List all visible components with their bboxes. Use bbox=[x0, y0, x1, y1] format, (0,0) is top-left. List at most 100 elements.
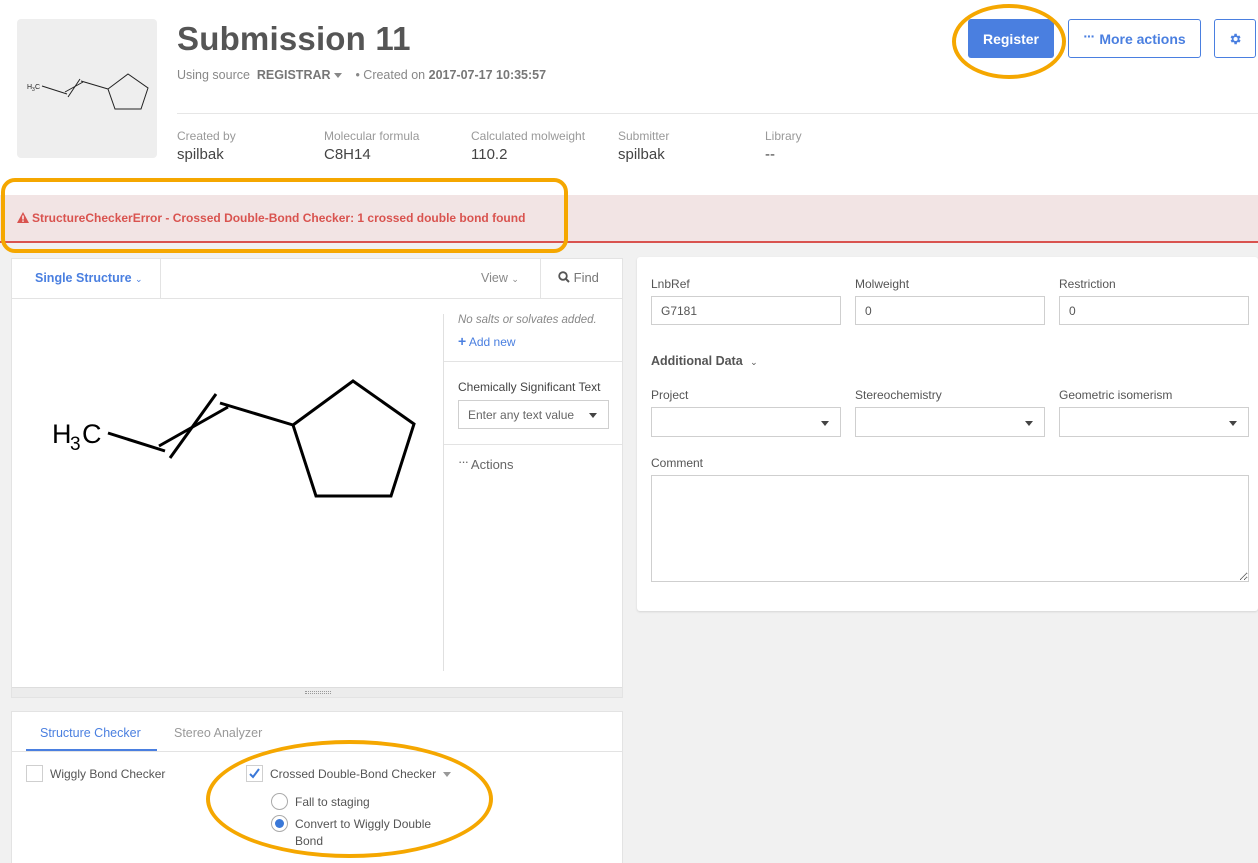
convert-wiggly-label: Convert to Wiggly Double bbox=[295, 817, 432, 831]
geometric-isomerism-label: Geometric isomerism bbox=[1059, 388, 1173, 402]
meta-value: spilbak bbox=[618, 146, 665, 163]
toolbar-divider bbox=[160, 259, 161, 299]
convert-wiggly-label-line2: Bond bbox=[295, 834, 324, 848]
cyclopentane-ring bbox=[291, 379, 416, 498]
bond-crossed-b bbox=[168, 393, 218, 459]
created-date: 2017-07-17 10:35:57 bbox=[428, 68, 547, 82]
page-title: Submission 11 bbox=[177, 20, 411, 57]
cst-select[interactable]: Enter any text value bbox=[458, 400, 609, 429]
grip-icon bbox=[305, 691, 331, 694]
atom-label-c: C bbox=[82, 419, 102, 449]
checker-panel: Structure Checker Stereo Analyzer Wiggly… bbox=[11, 711, 623, 863]
actions-menu-button[interactable]: ··· Actions bbox=[458, 454, 514, 472]
ellipsis-icon: ··· bbox=[458, 454, 469, 469]
settings-button[interactable] bbox=[1214, 19, 1256, 58]
error-banner: StructureCheckerError - Crossed Double-B… bbox=[0, 195, 1258, 243]
caret-down-icon[interactable] bbox=[443, 772, 452, 778]
find-label: Find bbox=[573, 270, 599, 285]
restriction-input[interactable]: 0 bbox=[1059, 296, 1249, 325]
comment-label: Comment bbox=[651, 456, 704, 470]
cst-label: Chemically Significant Text bbox=[458, 380, 601, 394]
source-line: Using source REGISTRAR • Created on 2017… bbox=[177, 68, 546, 82]
meta-value: C8H14 bbox=[324, 146, 371, 163]
checker-tabs: Structure Checker Stereo Analyzer bbox=[12, 712, 622, 752]
meta-submitter: Submitter spilbak bbox=[618, 129, 669, 163]
fall-to-staging-label: Fall to staging bbox=[295, 795, 370, 809]
ellipsis-icon: ··· bbox=[1083, 27, 1095, 44]
caret-down-icon bbox=[589, 413, 597, 418]
structure-mode-label: Single Structure bbox=[35, 271, 132, 285]
lnbref-value: G7181 bbox=[661, 304, 698, 318]
add-salt-button[interactable]: + Add new bbox=[458, 333, 516, 349]
meta-label: Calculated molweight bbox=[471, 129, 586, 143]
more-actions-button[interactable]: ··· More actions bbox=[1068, 19, 1201, 58]
fall-to-staging-radio[interactable] bbox=[271, 793, 288, 810]
created-prefix: • Created on bbox=[355, 68, 426, 82]
restriction-label: Restriction bbox=[1059, 277, 1116, 291]
source-dropdown[interactable]: REGISTRAR bbox=[257, 68, 342, 82]
wiggly-bond-checkbox[interactable] bbox=[26, 765, 43, 782]
lnbref-label: LnbRef bbox=[651, 277, 690, 291]
submission-header: H 3 C Submission 11 Using source REGISTR… bbox=[0, 0, 1258, 195]
bond-single bbox=[219, 401, 294, 427]
checker-label-text: Crossed Double-Bond Checker bbox=[270, 767, 437, 781]
project-select[interactable] bbox=[651, 407, 841, 437]
error-message: StructureCheckerError - Crossed Double-B… bbox=[17, 211, 525, 225]
convert-wiggly-radio[interactable] bbox=[271, 815, 288, 832]
structure-mode-dropdown[interactable]: Single Structure ⌄ bbox=[35, 271, 143, 285]
chevron-down-icon: ⌄ bbox=[135, 274, 143, 284]
caret-down-icon bbox=[333, 73, 342, 79]
checkmark-icon bbox=[249, 768, 260, 779]
additional-data-toggle[interactable]: Additional Data ⌄ bbox=[651, 354, 758, 368]
structure-panel: Single Structure ⌄ View ⌄ Find H 3 C No … bbox=[11, 258, 623, 698]
structure-thumbnail[interactable]: H 3 C bbox=[17, 19, 157, 158]
meta-label: Molecular formula bbox=[324, 129, 420, 143]
caret-down-icon bbox=[1229, 421, 1237, 426]
geometric-isomerism-select[interactable] bbox=[1059, 407, 1249, 437]
divider bbox=[444, 444, 622, 445]
meta-molecular-formula: Molecular formula C8H14 bbox=[324, 129, 419, 163]
molweight-value: 0 bbox=[865, 304, 872, 318]
atom-label-h: H bbox=[52, 419, 72, 449]
find-button[interactable]: Find bbox=[558, 270, 599, 285]
crossed-double-bond-checkbox[interactable] bbox=[246, 765, 263, 782]
divider bbox=[444, 361, 622, 362]
atom-label-subscript: 3 bbox=[70, 434, 81, 455]
lnbref-input[interactable]: G7181 bbox=[651, 296, 841, 325]
stereochemistry-select[interactable] bbox=[855, 407, 1045, 437]
bond-single bbox=[107, 431, 166, 453]
resize-handle[interactable] bbox=[12, 687, 622, 697]
caret-down-icon bbox=[821, 421, 829, 426]
header-divider bbox=[177, 113, 1258, 114]
search-icon bbox=[558, 271, 570, 283]
meta-label: Submitter bbox=[618, 129, 670, 143]
restriction-value: 0 bbox=[1069, 304, 1076, 318]
meta-library: Library -- bbox=[765, 129, 802, 163]
project-label: Project bbox=[651, 388, 689, 402]
meta-molweight: Calculated molweight 110.2 bbox=[471, 129, 585, 163]
gear-icon bbox=[1230, 33, 1241, 44]
view-label: View bbox=[481, 271, 508, 285]
chevron-down-icon: ⌄ bbox=[511, 274, 519, 284]
structure-canvas[interactable]: H 3 C bbox=[12, 300, 443, 688]
tab-structure-checker[interactable]: Structure Checker bbox=[40, 726, 141, 740]
chevron-down-icon: ⌄ bbox=[750, 357, 758, 367]
tab-stereo-analyzer[interactable]: Stereo Analyzer bbox=[174, 726, 262, 740]
meta-created-by: Created by spilbak bbox=[177, 129, 236, 163]
source-value[interactable]: REGISTRAR bbox=[257, 68, 331, 82]
toolbar-divider bbox=[540, 259, 541, 299]
view-dropdown[interactable]: View ⌄ bbox=[481, 271, 519, 285]
register-label: Register bbox=[982, 30, 1040, 47]
comment-textarea[interactable] bbox=[651, 475, 1249, 582]
svg-text:C: C bbox=[35, 84, 40, 91]
molecule-thumbnail-drawing: H 3 C bbox=[27, 73, 149, 110]
molweight-input[interactable]: 0 bbox=[855, 296, 1045, 325]
stereochemistry-label: Stereochemistry bbox=[855, 388, 942, 402]
meta-value: 110.2 bbox=[471, 146, 508, 163]
active-tab-indicator bbox=[26, 749, 157, 751]
error-text: StructureCheckerError - Crossed Double-B… bbox=[32, 211, 526, 225]
cst-placeholder: Enter any text value bbox=[468, 408, 575, 422]
register-button[interactable]: Register bbox=[968, 19, 1054, 58]
warning-icon bbox=[17, 212, 29, 223]
structure-toolbar: Single Structure ⌄ View ⌄ Find bbox=[12, 259, 622, 299]
